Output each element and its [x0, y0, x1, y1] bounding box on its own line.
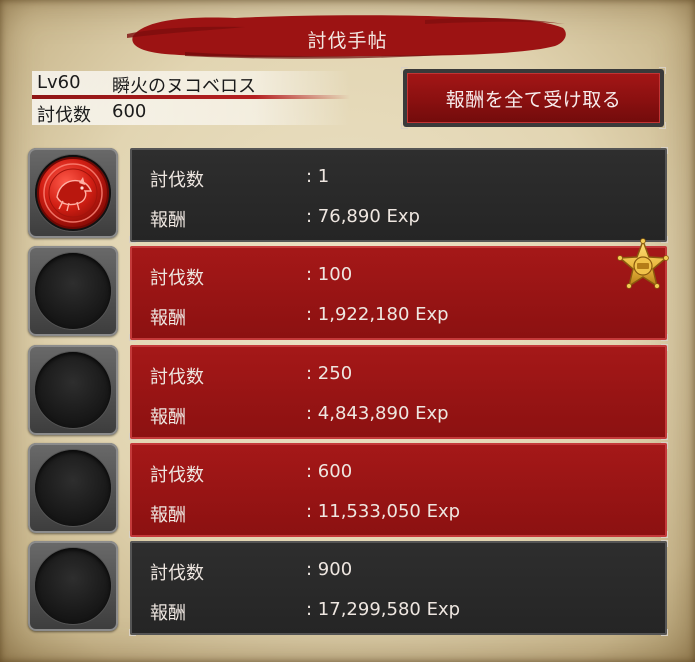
title-banner: 討伐手帖 — [125, 6, 570, 64]
kill-count-value: : 100 — [306, 264, 353, 285]
medal-socket — [35, 155, 111, 231]
kill-count-label: 討伐数 — [37, 105, 91, 126]
reward-label: 報酬 — [150, 308, 186, 329]
corner-ornament — [661, 334, 668, 341]
monster-seal-medal-icon — [37, 157, 109, 229]
reward-label: 報酬 — [150, 505, 186, 526]
corner-ornament — [659, 67, 666, 74]
empty-medal-socket — [35, 548, 111, 624]
reward-value: : 76,890 Exp — [306, 206, 420, 227]
empty-medal-socket — [35, 450, 111, 526]
kill-count-label: 討伐数 — [150, 170, 204, 191]
reward-value: : 4,843,890 Exp — [306, 403, 449, 424]
monster-name: 瞬火のヌコベロス — [112, 76, 256, 97]
reward-value: : 1,922,180 Exp — [306, 304, 449, 325]
kill-count-value: : 600 — [306, 461, 353, 482]
corner-ornament — [129, 629, 136, 636]
window-title: 討伐手帖 — [307, 30, 388, 52]
claim-all-button-label: 報酬を全て受け取る — [445, 88, 622, 111]
reward-label: 報酬 — [150, 407, 186, 428]
reward-value: : 11,533,050 Exp — [306, 501, 461, 522]
kill-count-label: 討伐数 — [150, 268, 204, 289]
reward-row-5: 討伐数 : 900 報酬 : 17,299,580 Exp — [129, 540, 668, 636]
reward-row-4[interactable]: 討伐数 : 600 報酬 : 11,533,050 Exp — [129, 442, 668, 538]
reward-medal-slot-5 — [28, 541, 118, 631]
corner-ornament — [661, 442, 668, 449]
sheriff-star-icon — [617, 238, 669, 289]
reward-row-2[interactable]: 討伐数 : 100 報酬 : 1,922,180 Exp — [129, 246, 668, 341]
corner-ornament — [661, 540, 668, 547]
corner-ornament — [401, 67, 408, 74]
corner-ornament — [129, 236, 136, 243]
reward-medal-slot-1 — [28, 148, 118, 238]
reward-medal-slot-2 — [28, 246, 118, 336]
kill-count-value: : 1 — [306, 166, 330, 187]
claim-all-button-face: 報酬を全て受け取る — [407, 73, 660, 123]
corner-ornament — [659, 122, 666, 129]
corner-ornament — [129, 531, 136, 538]
reward-row-1: 討伐数 : 1 報酬 : 76,890 Exp — [129, 147, 668, 243]
empty-medal-socket — [35, 253, 111, 329]
reward-label: 報酬 — [150, 603, 186, 624]
reward-row-3[interactable]: 討伐数 : 250 報酬 : 4,843,890 Exp — [129, 344, 668, 440]
star-badge-icon — [616, 238, 670, 292]
claim-all-rewards-button[interactable]: 報酬を全て受け取る — [401, 67, 666, 129]
corner-ornament — [661, 433, 668, 440]
reward-medal-slot-3 — [28, 345, 118, 435]
corner-ornament — [129, 334, 136, 341]
kill-count-value: : 900 — [306, 559, 353, 580]
corner-ornament — [661, 147, 668, 154]
reward-value: : 17,299,580 Exp — [306, 599, 461, 620]
kill-count-label: 討伐数 — [150, 563, 204, 584]
kill-count-value: : 250 — [306, 363, 353, 384]
corner-ornament — [661, 531, 668, 538]
kill-count-value: 600 — [112, 101, 147, 122]
kill-count-label: 討伐数 — [150, 367, 204, 388]
corner-ornament — [661, 629, 668, 636]
monster-level: Lv60 — [37, 72, 81, 93]
reward-medal-slot-4 — [28, 443, 118, 533]
corner-ornament — [401, 122, 408, 129]
empty-medal-socket — [35, 352, 111, 428]
reward-label: 報酬 — [150, 210, 186, 231]
corner-ornament — [129, 433, 136, 440]
kill-count-label: 討伐数 — [150, 465, 204, 486]
corner-ornament — [661, 344, 668, 351]
